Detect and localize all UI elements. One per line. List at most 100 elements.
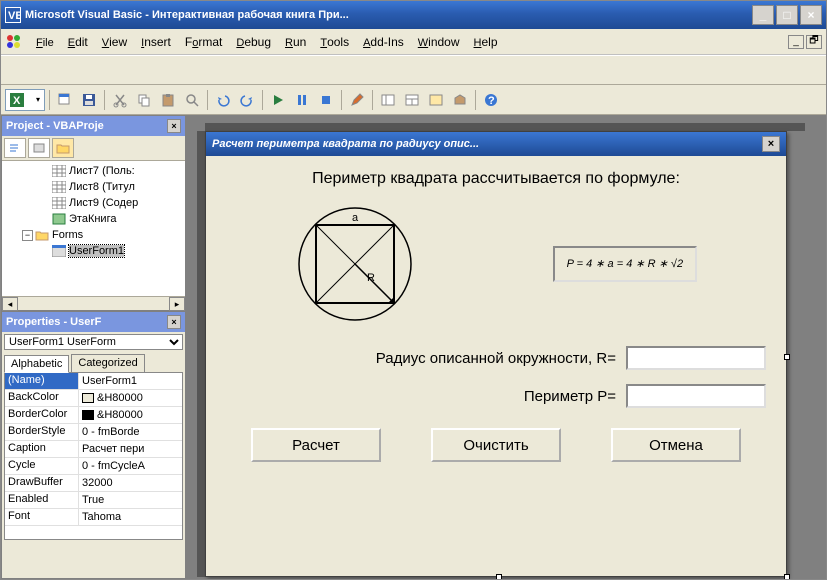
tree-item-label: ЭтаКнига	[69, 213, 116, 225]
insert-userform-button[interactable]	[54, 89, 76, 111]
sheet-icon	[52, 165, 66, 177]
tree-expand-icon[interactable]: −	[22, 230, 33, 241]
clear-button[interactable]: Очистить	[431, 428, 561, 462]
sheet-icon	[52, 181, 66, 193]
paste-button[interactable]	[157, 89, 179, 111]
perimeter-label: Периметр P=	[524, 388, 616, 405]
menu-window[interactable]: Window	[411, 32, 467, 52]
reset-button[interactable]	[315, 89, 337, 111]
menu-file[interactable]: File	[29, 32, 61, 52]
object-browser-button[interactable]	[425, 89, 447, 111]
cut-button[interactable]	[109, 89, 131, 111]
property-row[interactable]: EnabledTrue	[5, 492, 182, 509]
properties-panel-title: Properties - UserF ×	[2, 312, 185, 332]
tree-item[interactable]: Лист9 (Содер	[4, 195, 183, 211]
form-heading-label: Периметр квадрата рассчитывается по форм…	[226, 170, 766, 188]
menu-insert[interactable]: Insert	[134, 32, 178, 52]
menu-run[interactable]: Run	[278, 32, 313, 52]
perimeter-input[interactable]	[626, 384, 766, 408]
tree-item[interactable]: Лист7 (Поль:	[4, 163, 183, 179]
project-panel-close-button[interactable]: ×	[167, 119, 181, 133]
menu-format[interactable]: Format	[178, 32, 229, 52]
properties-button[interactable]	[401, 89, 423, 111]
toolbox-button[interactable]	[449, 89, 471, 111]
menu-view[interactable]: View	[95, 32, 134, 52]
tree-item[interactable]: Лист8 (Титул	[4, 179, 183, 195]
menu-edit[interactable]: Edit	[61, 32, 95, 52]
property-row[interactable]: FontTahoma	[5, 509, 182, 526]
property-value: 0 - fmBorde	[82, 426, 139, 438]
diagram-a-label: a	[352, 212, 359, 224]
break-button[interactable]	[291, 89, 313, 111]
menu-help[interactable]: Help	[467, 32, 505, 52]
cancel-button[interactable]: Отмена	[611, 428, 741, 462]
resize-handle-e[interactable]	[784, 354, 790, 360]
scroll-left-button[interactable]: ◂	[2, 297, 18, 311]
tree-item-label: UserForm1	[69, 245, 124, 257]
find-button[interactable]	[181, 89, 203, 111]
undo-button[interactable]	[212, 89, 234, 111]
tree-item[interactable]: ЭтаКнига	[4, 211, 183, 227]
properties-panel-close-button[interactable]: ×	[167, 315, 181, 329]
maximize-button[interactable]: □	[776, 5, 798, 25]
menu-debug[interactable]: Debug	[229, 32, 278, 52]
property-row[interactable]: BorderColor&H80000	[5, 407, 182, 424]
tab-categorized[interactable]: Categorized	[71, 354, 144, 372]
tree-item-label: Forms	[52, 229, 83, 241]
tab-alphabetic[interactable]: Alphabetic	[4, 355, 69, 373]
property-row[interactable]: Cycle0 - fmCycleA	[5, 458, 182, 475]
property-name: BorderColor	[5, 407, 79, 423]
menu-tools[interactable]: Tools	[313, 32, 356, 52]
diagram-r-label: R	[367, 272, 375, 284]
close-button[interactable]: ×	[800, 5, 822, 25]
ruler-left	[197, 131, 205, 577]
svg-text:X: X	[13, 95, 21, 107]
properties-panel: Properties - UserF × UserForm1 UserForm …	[1, 311, 186, 579]
userform-close-button[interactable]: ×	[762, 136, 780, 152]
resize-handle-se[interactable]	[784, 574, 790, 579]
property-row[interactable]: BorderStyle0 - fmBorde	[5, 424, 182, 441]
help-button[interactable]: ?	[480, 89, 502, 111]
toggle-folders-button[interactable]	[52, 138, 74, 158]
run-button[interactable]	[267, 89, 289, 111]
view-object-button[interactable]	[28, 138, 50, 158]
property-value: True	[82, 494, 104, 506]
project-tree[interactable]: Лист7 (Поль:Лист8 (ТитулЛист9 (Содер ЭтаК…	[2, 161, 185, 296]
copy-button[interactable]	[133, 89, 155, 111]
property-row[interactable]: CaptionРасчет пери	[5, 441, 182, 458]
project-explorer-button[interactable]	[377, 89, 399, 111]
main-toolbar: X ▾ ?	[1, 85, 826, 115]
minimize-button[interactable]: _	[752, 5, 774, 25]
view-code-button[interactable]	[4, 138, 26, 158]
form-designer-surface[interactable]: Расчет периметра квадрата по радиусу опи…	[187, 115, 826, 579]
design-mode-button[interactable]	[346, 89, 368, 111]
property-row[interactable]: (Name)UserForm1	[5, 373, 182, 390]
resize-handle-s[interactable]	[496, 574, 502, 579]
folder-icon	[35, 229, 49, 241]
object-selector-combo[interactable]: UserForm1 UserForm	[4, 334, 183, 350]
project-panel-title: Project - VBAProje ×	[2, 116, 185, 136]
menu-addins[interactable]: Add-Ins	[356, 32, 411, 52]
userform-preview[interactable]: Расчет периметра квадрата по радиусу опи…	[205, 131, 787, 577]
tree-item[interactable]: − Forms	[4, 227, 183, 243]
redo-button[interactable]	[236, 89, 258, 111]
property-row[interactable]: BackColor&H80000	[5, 390, 182, 407]
userform-titlebar: Расчет периметра квадрата по радиусу опи…	[206, 132, 786, 156]
tree-item[interactable]: UserForm1	[4, 243, 183, 259]
tree-hscroll[interactable]: ◂ ▸	[2, 296, 185, 310]
app-titlebar: VB Microsoft Visual Basic - Интерактивна…	[1, 1, 826, 29]
property-value: UserForm1	[82, 375, 137, 387]
mdi-close-button[interactable]: 🗗	[806, 35, 822, 49]
calculate-button[interactable]: Расчет	[251, 428, 381, 462]
scroll-right-button[interactable]: ▸	[169, 297, 185, 311]
formula-display: P = 4 ∗ a = 4 ∗ R ∗ √2	[553, 246, 697, 282]
mdi-restore-button[interactable]: _	[788, 35, 804, 49]
property-row[interactable]: DrawBuffer32000	[5, 475, 182, 492]
property-value: Расчет пери	[82, 443, 144, 455]
save-button[interactable]	[78, 89, 100, 111]
property-grid[interactable]: (Name)UserForm1BackColor&H80000BorderCol…	[4, 372, 183, 540]
property-name: BackColor	[5, 390, 79, 406]
radius-input[interactable]	[626, 346, 766, 370]
view-excel-combo[interactable]: X ▾	[5, 89, 45, 111]
color-swatch	[82, 393, 94, 403]
